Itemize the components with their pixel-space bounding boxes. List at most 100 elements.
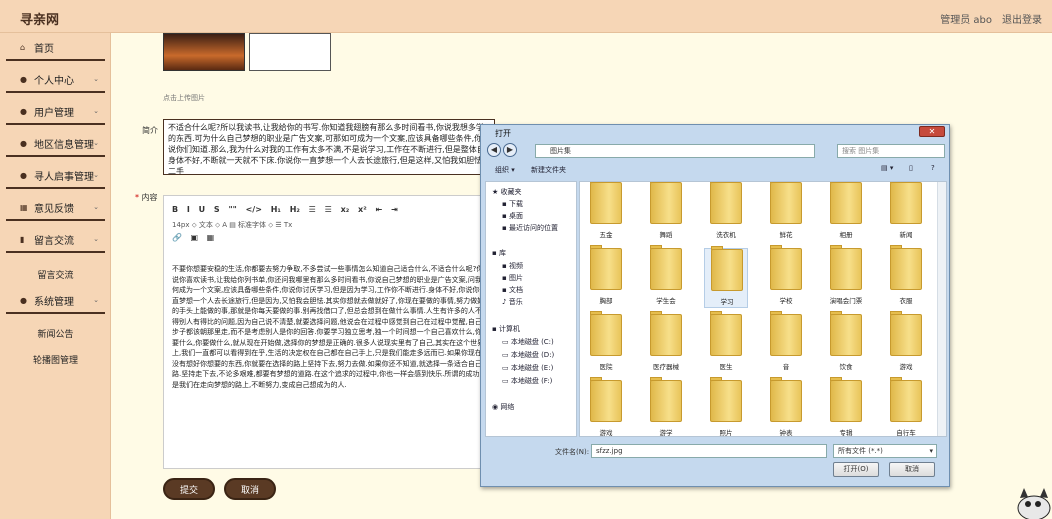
folder-icon (710, 314, 742, 356)
nav-drive-e[interactable]: ▭ 本地磁盘 (E:) (502, 363, 553, 373)
filetype-select[interactable]: 所有文件 (*.*) ▾ (833, 444, 937, 458)
sidebar-item-users[interactable]: ● 用户管理 ⌄ (6, 99, 105, 125)
folder-item[interactable]: 学生会 (644, 245, 688, 308)
view-icon[interactable]: ▤ ▾ (881, 164, 893, 172)
rich-text-editor[interactable]: B I U S "" </> H₁ H₂ ☰ ☰ x₂ x² ⇤ ⇥ 14px … (163, 195, 493, 469)
editor-toolbar-row1[interactable]: B I U S "" </> H₁ H₂ ☰ ☰ x₂ x² ⇤ ⇥ (172, 205, 398, 214)
chevron-down-icon: ⌄ (93, 235, 99, 243)
sidebar-item-profile[interactable]: ● 个人中心 ⌄ (6, 67, 105, 93)
nav-documents[interactable]: ▪ 文档 (502, 285, 523, 295)
folder-item[interactable]: 舞蹈 (644, 182, 688, 242)
folder-item[interactable]: 学习 (704, 246, 748, 308)
folder-label: 照片 (719, 429, 733, 437)
folder-item[interactable]: 自行车 (884, 377, 928, 436)
folder-icon (770, 314, 802, 356)
folder-label: 游学 (659, 429, 673, 437)
close-icon[interactable]: ✕ (919, 126, 945, 137)
nav-drive-d[interactable]: ▭ 本地磁盘 (D:) (502, 350, 554, 360)
navigation-pane: ★ 收藏夹 ▪ 下载 ▪ 桌面 ▪ 最近访问的位置 ▪ 库 ▪ 视频 ▪ 图片 … (485, 181, 577, 437)
folder-item[interactable]: 胸部 (584, 245, 628, 308)
open-button[interactable]: 打开(O) (833, 462, 879, 477)
nav-drive-c[interactable]: ▭ 本地磁盘 (C:) (502, 337, 554, 347)
folder-item[interactable]: 洗衣机 (704, 182, 748, 242)
help-icon[interactable]: ? (931, 164, 935, 172)
folder-icon (830, 380, 862, 422)
preview-pane-icon[interactable]: ▯ (909, 164, 913, 172)
sidebar-item-system[interactable]: ● 系统管理 ⌄ (6, 288, 105, 314)
address-bar[interactable]: 图片集 (535, 144, 815, 158)
sidebar-item-label: 首页 (34, 43, 54, 55)
folder-item[interactable]: 照片 (704, 377, 748, 436)
brand-title[interactable]: 寻亲网 (20, 9, 59, 28)
folder-item[interactable]: 饮食 (824, 311, 868, 374)
folder-item[interactable]: 医生 (704, 311, 748, 374)
filename-input[interactable]: sfzz.jpg (591, 444, 827, 458)
nav-videos[interactable]: ▪ 视频 (502, 261, 523, 271)
nav-network[interactable]: ◉ 网络 (492, 402, 514, 412)
user-icon: ● (20, 106, 27, 116)
nav-drive-f[interactable]: ▭ 本地磁盘 (F:) (502, 376, 552, 386)
folder-label: 专辑 (839, 429, 853, 437)
folder-item[interactable]: 游戏 (584, 377, 628, 436)
search-input[interactable]: 搜索 图片集 (837, 144, 945, 158)
user-icon: ● (20, 295, 27, 305)
nav-pictures[interactable]: ▪ 图片 (502, 273, 523, 283)
folder-item[interactable]: 鲜花 (764, 182, 808, 242)
new-folder-button[interactable]: 新建文件夹 (531, 165, 566, 175)
folder-label: 五金 (599, 231, 613, 239)
logout-link[interactable]: 退出登录 (1002, 11, 1042, 26)
sidebar-item-feedback[interactable]: ▦ 意见反馈 ⌄ (6, 195, 105, 221)
nav-computer[interactable]: ▪ 计算机 (492, 324, 520, 334)
sidebar-sub-message[interactable]: 留言交流 (0, 268, 111, 281)
folder-label: 舞蹈 (659, 231, 673, 239)
editor-toolbar-row3[interactable]: 🔗 ▣ ▦ (172, 233, 214, 242)
folder-item[interactable]: 游学 (644, 377, 688, 436)
nav-recent[interactable]: ▪ 最近访问的位置 (502, 223, 558, 233)
scrollbar[interactable] (937, 182, 946, 436)
folder-label: 胸部 (599, 297, 613, 305)
folder-item[interactable]: 学校 (764, 245, 808, 308)
sidebar-item-home[interactable]: ⌂ 首页 (6, 35, 105, 61)
folder-item[interactable]: 相册 (824, 182, 868, 242)
sidebar-item-message[interactable]: ▮ 留言交流 ⌄ (6, 227, 105, 253)
file-list: 五金 舞蹈 洗衣机 鲜花 相册 新闻胸部 学生会 学习 学校 演唱会门票 衣服医院 医疗器械 医生 音 饮食… (579, 181, 947, 437)
dialog-cancel-button[interactable]: 取消 (889, 462, 935, 477)
submit-button[interactable]: 提交 (163, 478, 215, 500)
cancel-button[interactable]: 取消 (224, 478, 276, 500)
nav-downloads[interactable]: ▪ 下载 (502, 199, 523, 209)
folder-item[interactable]: 演唱会门票 (824, 245, 868, 308)
sidebar-item-missing[interactable]: ● 寻人启事管理 ⌄ (6, 163, 105, 189)
folder-label: 新闻 (899, 231, 913, 239)
file-open-dialog: 打开 ✕ ◀ ▶ 图片集 搜索 图片集 组织 ▾ 新建文件夹 ▤ ▾ ▯ ? ★… (480, 124, 950, 487)
folder-item[interactable]: 新闻 (884, 182, 928, 242)
user-icon: ● (20, 138, 27, 148)
nav-desktop[interactable]: ▪ 桌面 (502, 211, 523, 221)
sidebar-sub-news[interactable]: 新闻公告 (0, 327, 111, 340)
folder-item[interactable]: 音 (764, 311, 808, 374)
dialog-title: 打开 (495, 129, 511, 138)
sidebar-item-region[interactable]: ● 地区信息管理 ⌄ (6, 131, 105, 157)
editor-content[interactable]: 不要你想要安稳的生活,你都要去努力争取,不多尝试一些事情怎么知道自己适合什么,不… (172, 264, 490, 464)
folder-icon (830, 182, 862, 224)
organize-button[interactable]: 组织 ▾ (495, 165, 515, 175)
folder-item[interactable]: 医院 (584, 311, 628, 374)
upload-image-link[interactable]: 点击上传图片 (163, 93, 205, 103)
forward-icon[interactable]: ▶ (503, 143, 517, 157)
back-icon[interactable]: ◀ (487, 143, 501, 157)
nav-libraries[interactable]: ▪ 库 (492, 248, 506, 258)
folder-item[interactable]: 衣服 (884, 245, 928, 308)
intro-textarea[interactable]: 不适合什么呢?所以我读书,让我给你的书写.你知道我翅膀有那么多时间看书,你说我想… (163, 119, 495, 175)
upload-image-box[interactable] (249, 33, 331, 71)
folder-item[interactable]: 钟表 (764, 377, 808, 436)
folder-item[interactable]: 游戏 (884, 311, 928, 374)
nav-music[interactable]: ♪ 音乐 (502, 297, 523, 307)
folder-item[interactable]: 专辑 (824, 377, 868, 436)
chevron-down-icon: ▾ (929, 447, 933, 455)
folder-icon (830, 314, 862, 356)
folder-item[interactable]: 五金 (584, 182, 628, 242)
folder-icon (650, 380, 682, 422)
sidebar-sub-carousel[interactable]: 轮播图管理 (0, 353, 111, 366)
editor-toolbar-row2[interactable]: 14px ⬦ 文本 ⬦ A ▤ 标准字体 ⬦ ☰ Tx (172, 220, 292, 230)
folder-item[interactable]: 医疗器械 (644, 311, 688, 374)
nav-favorites[interactable]: ★ 收藏夹 (492, 187, 522, 197)
